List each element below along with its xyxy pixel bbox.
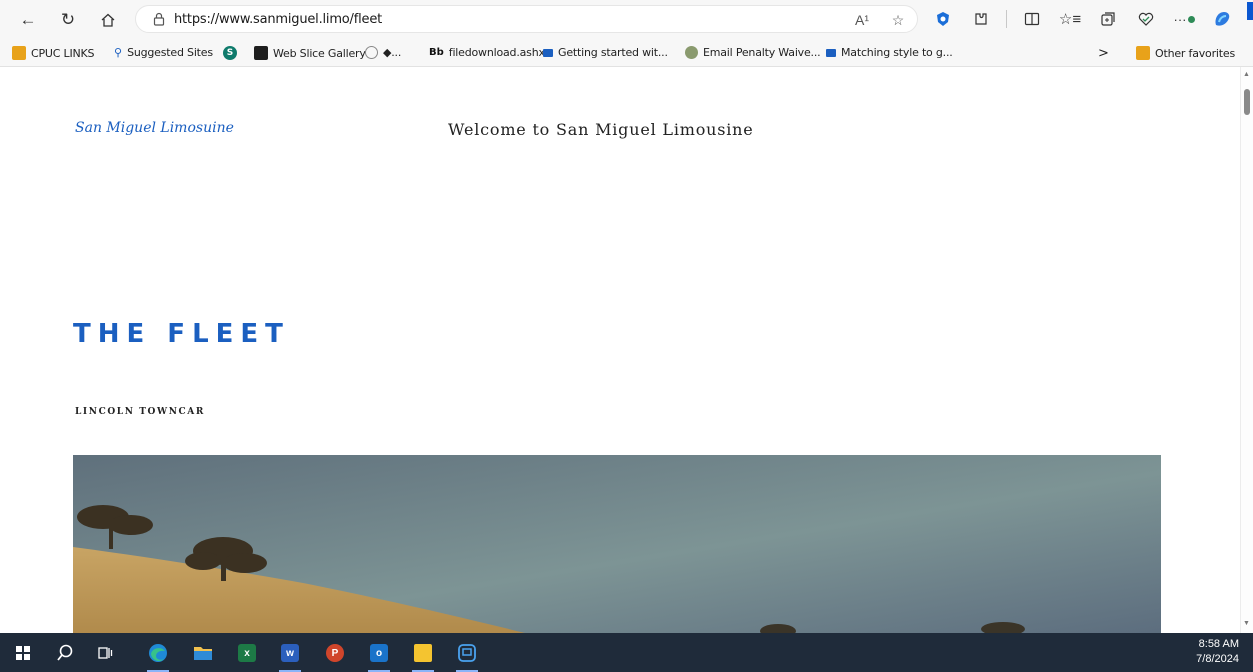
- back-arrow-icon[interactable]: ←: [14, 6, 42, 34]
- scroll-thumb[interactable]: [1244, 89, 1250, 115]
- fav-label: Email Penalty Waive...: [703, 46, 821, 59]
- favorites-list-icon[interactable]: ☆≡: [1057, 6, 1083, 32]
- split-screen-icon[interactable]: [1019, 6, 1045, 32]
- page-viewport: San Miguel Limosuine Welcome to San Migu…: [0, 67, 1240, 633]
- globe-icon: [685, 46, 698, 59]
- scroll-down-arrow-icon[interactable]: ▼: [1243, 620, 1250, 627]
- url-text[interactable]: https://www.sanmiguel.limo/fleet: [174, 12, 382, 27]
- page-scrollbar[interactable]: ▲ ▼: [1240, 67, 1253, 633]
- favorites-overflow-chevron[interactable]: >: [1098, 46, 1109, 61]
- clock-time: 8:58 AM: [1198, 638, 1239, 650]
- shield-extension-icon[interactable]: [930, 6, 956, 32]
- system-clock[interactable]: 8:58 AM 7/8/2024: [1196, 637, 1239, 667]
- fav-suggested-sites[interactable]: ⚲ Suggested Sites: [114, 46, 213, 59]
- fav-email-penalty[interactable]: Email Penalty Waive...: [685, 46, 821, 59]
- app-icon[interactable]: [452, 638, 482, 672]
- fav-cpuc-links[interactable]: CPUC LINKS: [12, 46, 95, 60]
- page-title: THE FLEET: [73, 319, 290, 349]
- powerpoint-icon[interactable]: P: [320, 638, 350, 668]
- site-welcome-title: Welcome to San Miguel Limousine: [448, 120, 754, 139]
- fav-label: Getting started wit...: [558, 46, 668, 59]
- vehicle-photo: [73, 455, 1161, 633]
- browser-toolbar: ← ↻ https://www.sanmiguel.limo/fleet A¹ …: [0, 0, 1253, 40]
- extensions-row: ☆≡ ···: [930, 6, 1235, 32]
- search-icon: ⚲: [114, 46, 123, 59]
- clock-icon: [365, 46, 378, 59]
- word-icon[interactable]: w: [275, 638, 305, 672]
- fav-unnamed[interactable]: ◆...: [365, 46, 401, 59]
- fav-label: Web Slice Gallery: [273, 46, 366, 60]
- web-slice-icon: [254, 46, 268, 60]
- fav-sharepoint[interactable]: S: [223, 46, 237, 60]
- task-view-icon[interactable]: [90, 638, 120, 668]
- toolbar-separator: [1006, 10, 1007, 28]
- fav-matching-style[interactable]: Matching style to g...: [826, 46, 953, 59]
- lock-icon[interactable]: [144, 12, 174, 26]
- sticky-notes-icon[interactable]: [408, 638, 438, 672]
- fav-label: filedownload.ashx: [448, 46, 545, 59]
- edge-icon[interactable]: [143, 638, 173, 672]
- folder-icon: [1136, 46, 1150, 60]
- fav-label: ◆...: [383, 46, 402, 59]
- fav-label: Matching style to g...: [841, 46, 953, 59]
- clock-date: 7/8/2024: [1196, 653, 1239, 665]
- favorites-bar: CPUC LINKS ⚲ Suggested Sites S Web Slice…: [0, 40, 1253, 67]
- window-edge-marker: [1247, 2, 1253, 20]
- outlook-icon[interactable]: o: [364, 638, 394, 672]
- chevron-right-icon: >: [1098, 46, 1109, 61]
- video-icon: [543, 48, 553, 57]
- sharepoint-icon: S: [223, 46, 237, 60]
- scroll-up-arrow-icon[interactable]: ▲: [1243, 71, 1250, 78]
- file-explorer-icon[interactable]: [188, 638, 218, 668]
- other-favorites[interactable]: Other favorites: [1136, 46, 1235, 60]
- more-options-label: ···: [1173, 11, 1187, 27]
- fav-getting-started[interactable]: Getting started wit...: [543, 46, 668, 59]
- folder-icon: [12, 46, 26, 60]
- home-icon[interactable]: [94, 6, 122, 34]
- search-icon[interactable]: [50, 638, 80, 668]
- fav-filedownload[interactable]: Bb filedownload.ashx: [429, 46, 545, 59]
- video-icon: [826, 48, 836, 57]
- browser-essentials-icon[interactable]: [1133, 6, 1159, 32]
- windows-taskbar: x w P o 8:58 AM 7/8/2024: [0, 633, 1253, 672]
- reload-icon[interactable]: ↻: [54, 6, 82, 34]
- fav-web-slice-gallery[interactable]: Web Slice Gallery: [254, 46, 366, 60]
- favorite-star-icon[interactable]: ☆: [887, 9, 909, 31]
- address-bar[interactable]: https://www.sanmiguel.limo/fleet A¹ ☆: [135, 5, 918, 33]
- collections-icon[interactable]: [1095, 6, 1121, 32]
- vehicle-title: LINCOLN TOWNCAR: [75, 407, 205, 417]
- blackboard-icon: Bb: [429, 47, 444, 58]
- windows-start-icon[interactable]: [8, 638, 38, 668]
- site-logo[interactable]: San Miguel Limosuine: [75, 120, 234, 136]
- read-aloud-icon[interactable]: A¹: [851, 9, 873, 31]
- copilot-icon[interactable]: [1209, 6, 1235, 32]
- other-favorites-label: Other favorites: [1155, 46, 1235, 60]
- extensions-icon[interactable]: [968, 6, 994, 32]
- fav-label: Suggested Sites: [127, 46, 213, 59]
- more-options-icon[interactable]: ···: [1171, 6, 1197, 32]
- fav-label: CPUC LINKS: [31, 46, 95, 60]
- excel-icon[interactable]: x: [232, 638, 262, 668]
